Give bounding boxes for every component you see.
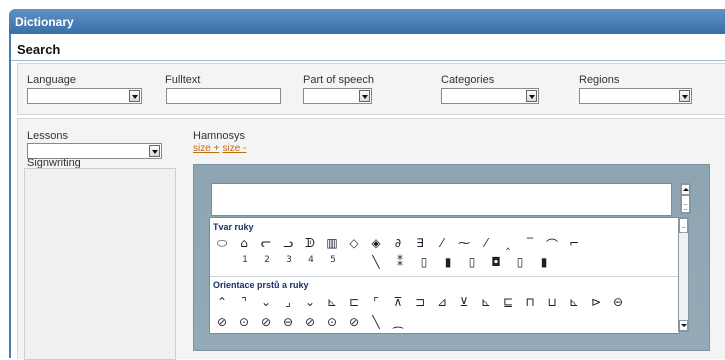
chevron-down-icon[interactable] xyxy=(149,145,160,157)
regions-label: Regions xyxy=(579,74,620,86)
hamnosys-symbol-key[interactable]: ‸ xyxy=(500,236,516,250)
hamnosys-symbol-key[interactable]: ⊔ xyxy=(544,295,560,309)
chevron-down-icon[interactable] xyxy=(679,320,688,331)
fulltext-label: Fulltext xyxy=(165,74,201,86)
part-of-speech-select[interactable] xyxy=(303,88,372,104)
hamnosys-symbol-key[interactable]: ▮ xyxy=(440,255,456,269)
categories-label: Categories xyxy=(441,74,495,86)
hamnosys-symbol-key[interactable]: ⌃ xyxy=(214,295,230,309)
hamnosys-symbol-key[interactable]: ⌒ xyxy=(544,236,560,253)
hamnosys-symbol-key[interactable]: ▥ xyxy=(324,236,340,250)
hamnosys-symbol-key[interactable]: ᗫ xyxy=(302,236,318,251)
handshape-row-1: ⬭ ⌂ ᓕ ᓗ ᗫ ▥ ◇ ◈ ∂ ∃ ⁄ ⁓ ⁄ ‸ ‾ ⌒ ⌐ xyxy=(214,236,669,252)
hamnosys-symbol-key[interactable]: ⊳ xyxy=(588,295,604,309)
section-title-handshape: Tvar ruky xyxy=(213,222,254,232)
window-titlebar: Dictionary xyxy=(9,9,725,34)
chevron-down-icon[interactable] xyxy=(359,90,370,102)
hamnosys-symbol-key[interactable]: ⁔ xyxy=(390,315,406,329)
size-minus-link[interactable]: size - xyxy=(222,143,246,154)
fulltext-input[interactable] xyxy=(166,88,281,104)
hamnosys-symbol-list: Tvar ruky ⬭ ⌂ ᓕ ᓗ ᗫ ▥ ◇ ◈ ∂ ∃ ⁄ ⁓ ⁄ ‸ ‾ ⌒ ⌐ 1 2 3 4 5 ╲ ⁑ ▯ ▮ ▯ ◘ ▯… xyxy=(209,217,680,334)
hamnosys-symbol-key[interactable]: ⊙ xyxy=(236,315,252,329)
language-label: Language xyxy=(27,74,76,86)
handshape-number[interactable]: 5 xyxy=(326,255,340,265)
lessons-label: Lessons xyxy=(27,130,68,142)
heading-divider xyxy=(11,60,725,61)
section-heading: Search xyxy=(17,42,61,57)
hamnosys-symbol-key[interactable]: ⌄ xyxy=(302,295,318,309)
hamnosys-input[interactable] xyxy=(211,183,672,216)
hamnosys-symbol-key[interactable]: ⊾ xyxy=(566,295,582,309)
hamnosys-symbol-key[interactable]: ⊐ xyxy=(412,295,428,309)
scroll-thumb[interactable] xyxy=(679,218,688,233)
hamnosys-symbol-key[interactable]: ⊾ xyxy=(324,295,340,309)
hamnosys-symbol-key[interactable]: ∃ xyxy=(412,236,428,250)
section-divider xyxy=(210,276,679,277)
categories-select[interactable] xyxy=(441,88,539,104)
section-title-orientation: Orientace prstů a ruky xyxy=(213,280,309,290)
hamnosys-symbol-key[interactable]: ⊓ xyxy=(522,295,538,309)
hamnosys-symbol-key[interactable]: ╲ xyxy=(368,255,384,269)
chevron-down-icon[interactable] xyxy=(129,90,140,102)
hamnosys-symbol-key[interactable]: ⊾ xyxy=(478,295,494,309)
hamnosys-label: Hamnosys xyxy=(193,130,245,142)
hamnosys-symbol-key[interactable]: ⊻ xyxy=(456,295,472,309)
hamnosys-symbol-key[interactable]: ⌂ xyxy=(236,236,252,250)
hamnosys-symbol-key[interactable]: ⊘ xyxy=(214,315,230,329)
size-plus-link[interactable]: size + xyxy=(193,143,219,154)
hamnosys-symbol-key[interactable]: ⊙ xyxy=(324,315,340,329)
hamnosys-input-scrollbar[interactable] xyxy=(680,183,691,214)
symbol-list-scrollbar[interactable] xyxy=(678,217,689,332)
hamnosys-symbol-key[interactable]: ᓗ xyxy=(280,236,296,250)
language-select[interactable] xyxy=(27,88,142,104)
hamnosys-symbol-key[interactable]: ╲ xyxy=(368,315,384,329)
hamnosys-symbol-key[interactable]: ◇ xyxy=(346,236,362,250)
hamnosys-symbol-key[interactable]: ⌝ xyxy=(236,295,252,309)
handshape-row-2: 1 2 3 4 5 ╲ ⁑ ▯ ▮ ▯ ◘ ▯ ▮ xyxy=(214,255,669,271)
handshape-number[interactable]: 1 xyxy=(238,255,252,265)
hamnosys-symbol-key[interactable]: ▮ xyxy=(536,255,552,269)
hamnosys-symbol-key[interactable]: ▯ xyxy=(464,255,480,269)
handshape-number[interactable]: 3 xyxy=(282,255,296,265)
hamnosys-symbol-key[interactable]: ⌄ xyxy=(258,295,274,309)
hamnosys-symbol-key[interactable]: ⊿ xyxy=(434,295,450,309)
chevron-down-icon[interactable] xyxy=(526,90,537,102)
handshape-number[interactable]: 4 xyxy=(304,255,318,265)
window-title: Dictionary xyxy=(15,15,74,29)
hamnosys-symbol-key[interactable]: ∂ xyxy=(390,236,406,250)
window-frame-left xyxy=(9,34,11,358)
hamnosys-symbol-key[interactable]: ⊖ xyxy=(610,295,626,309)
hamnosys-symbol-key[interactable]: ᓕ xyxy=(258,236,274,250)
hamnosys-symbol-key[interactable]: ⁄ xyxy=(434,236,450,250)
scroll-thumb[interactable] xyxy=(681,195,690,213)
hamnosys-symbol-key[interactable]: ⁓ xyxy=(456,236,472,250)
hamnosys-symbol-key[interactable]: ⁄ xyxy=(478,236,494,250)
hamnosys-symbol-key[interactable]: ⊖ xyxy=(280,315,296,329)
handshape-number[interactable]: 2 xyxy=(260,255,274,265)
hamnosys-symbol-key[interactable]: ▯ xyxy=(512,255,528,269)
hamnosys-symbol-key[interactable]: ⊑ xyxy=(500,295,516,309)
hamnosys-symbol-key[interactable]: ◘ xyxy=(488,255,504,269)
regions-select[interactable] xyxy=(579,88,692,104)
part-of-speech-label: Part of speech xyxy=(303,74,374,86)
signwriting-canvas[interactable] xyxy=(24,168,176,360)
hamnosys-symbol-key[interactable]: ⌜ xyxy=(368,295,384,309)
hamnosys-symbol-key[interactable]: ⊼ xyxy=(390,295,406,309)
hamnosys-symbol-key[interactable]: ⊘ xyxy=(258,315,274,329)
hamnosys-symbol-key[interactable]: ▯ xyxy=(416,255,432,269)
hamnosys-symbol-key[interactable]: ⌐ xyxy=(566,236,582,250)
hamnosys-symbol-key[interactable]: ⊘ xyxy=(302,315,318,329)
chevron-up-icon[interactable] xyxy=(681,184,690,195)
chevron-down-icon[interactable] xyxy=(679,90,690,102)
hamnosys-symbol-key[interactable]: ‾ xyxy=(522,236,538,250)
orientation-row-1: ⌃ ⌝ ⌄ ⌟ ⌄ ⊾ ⊏ ⌜ ⊼ ⊐ ⊿ ⊻ ⊾ ⊑ ⊓ ⊔ ⊾ ⊳ ⊖ xyxy=(214,295,669,311)
hamnosys-symbol-key[interactable]: ◈ xyxy=(368,236,384,250)
hamnosys-symbol-key[interactable]: ⊘ xyxy=(346,315,362,329)
hamnosys-symbol-key[interactable]: ⬭ xyxy=(214,236,230,251)
hamnosys-symbol-key[interactable]: ⊏ xyxy=(346,295,362,309)
orientation-row-2: ⊘ ⊙ ⊘ ⊖ ⊘ ⊙ ⊘ ╲ ⁔ xyxy=(214,315,669,331)
hamnosys-symbol-key[interactable]: ⌟ xyxy=(280,295,296,309)
hamnosys-symbol-key[interactable]: ⁑ xyxy=(392,255,408,269)
